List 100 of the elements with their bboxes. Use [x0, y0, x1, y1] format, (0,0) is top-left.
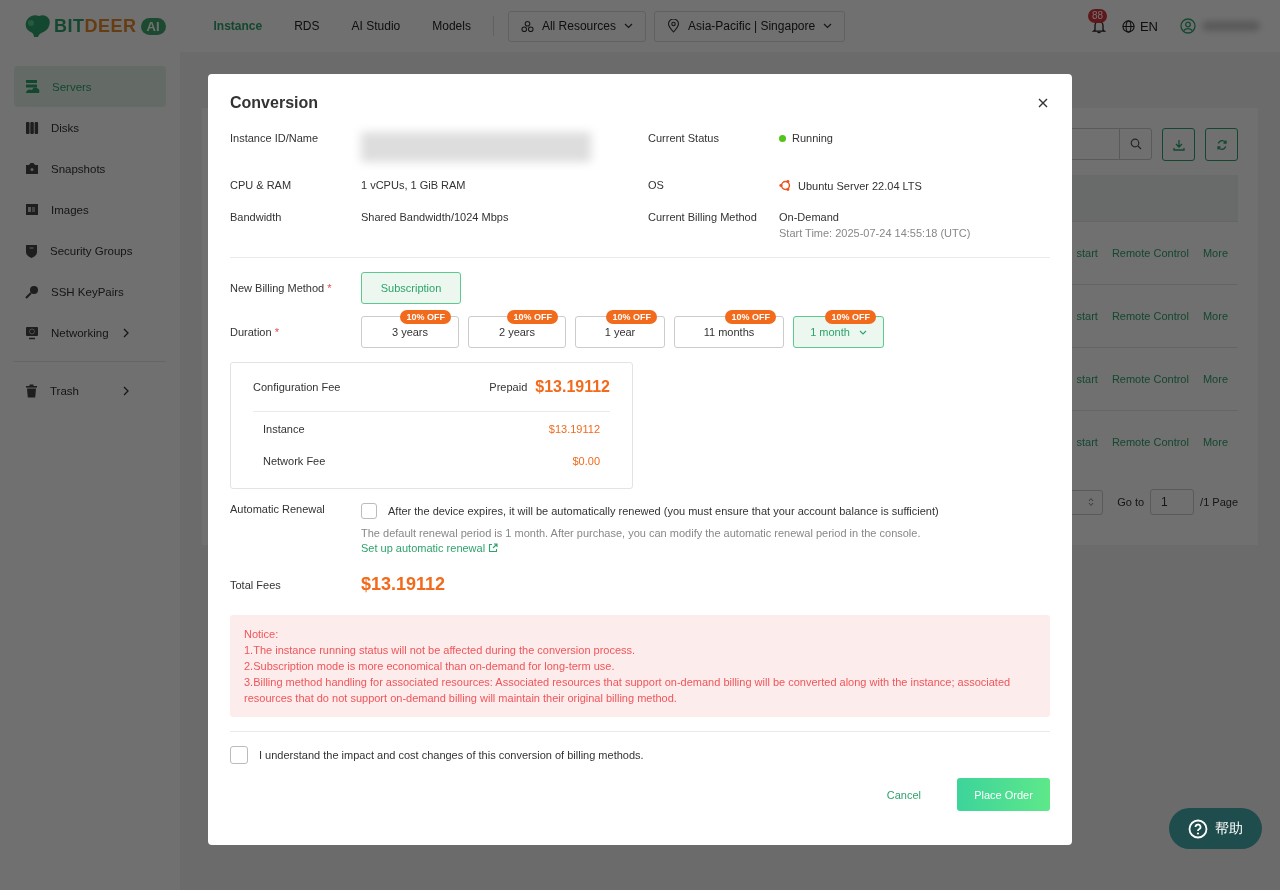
help-icon [1188, 818, 1208, 839]
row-action-link[interactable]: Remote Control [1111, 373, 1189, 385]
row-action-link[interactable]: Remote Control [1111, 310, 1189, 322]
trash-icon [25, 383, 38, 398]
chevron-right-icon [123, 385, 129, 396]
nav-tab[interactable]: Instance [197, 19, 279, 33]
sidebar-item[interactable]: Trash [14, 370, 166, 411]
page-total: /1 Page [1200, 496, 1238, 508]
image-icon [25, 203, 39, 216]
field-label: CPU & RAM [230, 179, 293, 191]
field-label: New Billing Method * [230, 282, 333, 294]
resource-dropdown[interactable]: All Resources [507, 10, 646, 42]
logo-wordmark: BITDEER [54, 15, 137, 37]
location-pin-icon [666, 19, 680, 33]
field-value: Shared Bandwidth/1024 Mbps [361, 211, 509, 223]
checkbox-label: After the device expires, it will be automatically renewed (you must ensure that your account balance is sufficient) [388, 505, 939, 517]
search-icon [1129, 138, 1142, 150]
help-button[interactable]: 帮助 [1169, 808, 1262, 849]
sidebar-item[interactable]: SSH KeyPairs [14, 271, 166, 312]
notice-text: Notice: [244, 627, 280, 642]
camera-icon [25, 162, 39, 175]
checkbox[interactable] [361, 503, 377, 519]
download-icon [1172, 138, 1185, 151]
sidebar-item[interactable]: Security Groups [14, 230, 166, 271]
row-action-link[interactable]: More [1202, 247, 1228, 259]
row-action-link[interactable]: start [1076, 436, 1098, 448]
nav-tab[interactable]: Models [416, 19, 487, 33]
fee-item-value: $13.19112 [548, 423, 600, 435]
shield-icon [25, 243, 38, 258]
key-icon [25, 284, 39, 299]
field-label: Total Fees [230, 578, 282, 591]
billing-option[interactable]: Subscription [361, 272, 461, 304]
nav-tab[interactable]: AI Studio [335, 19, 417, 33]
renewal-link[interactable]: Set up automatic renewal [361, 542, 939, 554]
monitor-icon [25, 325, 39, 340]
checkbox[interactable] [230, 746, 248, 764]
start-time: Start Time: 2025-07-24 14:55:18 (UTC) [779, 227, 971, 239]
caret-icon [823, 23, 833, 29]
fee-item-label: Instance [263, 423, 305, 435]
sidebar-item[interactable]: Networking [14, 312, 166, 353]
field-label: Duration * [230, 326, 280, 338]
sidebar-item[interactable]: Servers [14, 66, 166, 107]
notice-text: 2.Subscription mode is more economical than on-demand for long-term use. [244, 659, 616, 674]
field-value: Running [792, 132, 833, 144]
sidebar-item[interactable]: Disks [14, 107, 166, 148]
notice-text: 1.The instance running status will not be affected during the conversion process. [244, 643, 637, 658]
nav-tab[interactable]: RDS [278, 19, 336, 33]
field-label: Current Status [648, 132, 720, 144]
fee-item-label: Network Fee [263, 455, 326, 467]
dialog-title: Conversion [230, 94, 318, 112]
goto-label: Go to [1117, 496, 1145, 508]
refresh-icon [1215, 138, 1228, 151]
sidebar-item[interactable]: Images [14, 189, 166, 230]
discount-badge: 10% OFF [507, 310, 558, 324]
download-button[interactable] [1162, 128, 1195, 161]
refresh-button[interactable] [1205, 128, 1238, 161]
notice-text: 3.Billing method handling for associated resources: Associated resources that support on-demand billing will be converted along with the instance; associated resources that do not support on-demand billing will maintain their original billing method. [244, 675, 1012, 706]
discount-badge: 10% OFF [606, 310, 657, 324]
row-action-link[interactable]: Remote Control [1111, 436, 1189, 448]
discount-badge: 10% OFF [400, 310, 451, 324]
notification-badge: 88 [1087, 8, 1108, 23]
row-action-link[interactable]: start [1076, 373, 1098, 385]
total-fees: $13.19112 [361, 574, 446, 595]
row-action-link[interactable]: More [1202, 436, 1228, 448]
row-action-link[interactable]: More [1202, 373, 1228, 385]
discount-badge: 10% OFF [825, 310, 876, 324]
row-action-link[interactable]: start [1076, 310, 1098, 322]
globe-icon [1121, 19, 1135, 33]
disk-icon [25, 120, 39, 135]
fee-total: $13.19112 [535, 378, 610, 396]
sort-caret-icon [1088, 497, 1095, 507]
discount-badge: 10% OFF [725, 310, 776, 324]
field-label: Bandwidth [230, 211, 283, 223]
caret-icon [623, 23, 633, 29]
payment-mode: Prepaid [489, 381, 528, 393]
field-value: On-Demand [779, 211, 840, 223]
field-label: Instance ID/Name [230, 132, 320, 144]
renewal-hint: The default renewal period is 1 month. After purchase, you can modify the automatic renewal period in the console. [361, 527, 922, 539]
ai-badge: AI [140, 17, 166, 35]
sidebar-item[interactable]: Snapshots [14, 148, 166, 189]
row-action-link[interactable]: Remote Control [1111, 247, 1189, 259]
language-button[interactable]: EN [1121, 18, 1158, 34]
page-input[interactable]: 1 [1150, 489, 1195, 515]
user-avatar-icon[interactable] [1180, 18, 1196, 34]
region-dropdown[interactable]: Asia-Pacific | Singapore [653, 10, 846, 42]
field-value: 1 vCPUs, 1 GiB RAM [361, 179, 466, 191]
row-action-link[interactable]: start [1076, 247, 1098, 259]
close-icon [1038, 98, 1048, 108]
row-action-link[interactable]: More [1202, 310, 1228, 322]
chevron-right-icon [123, 327, 129, 338]
field-label: Automatic Renewal [230, 503, 326, 515]
field-label: Current Billing Method [648, 211, 758, 223]
close-button[interactable] [1036, 96, 1050, 110]
caret-icon [858, 329, 867, 335]
external-link-icon [488, 543, 499, 553]
fee-item-value: $0.00 [572, 455, 600, 467]
field-value: Ubuntu Server 22.04 LTS [798, 179, 922, 192]
cancel-button[interactable]: Cancel [880, 787, 927, 802]
ubuntu-logo-icon [779, 179, 792, 192]
fee-label: Configuration Fee [253, 381, 341, 393]
